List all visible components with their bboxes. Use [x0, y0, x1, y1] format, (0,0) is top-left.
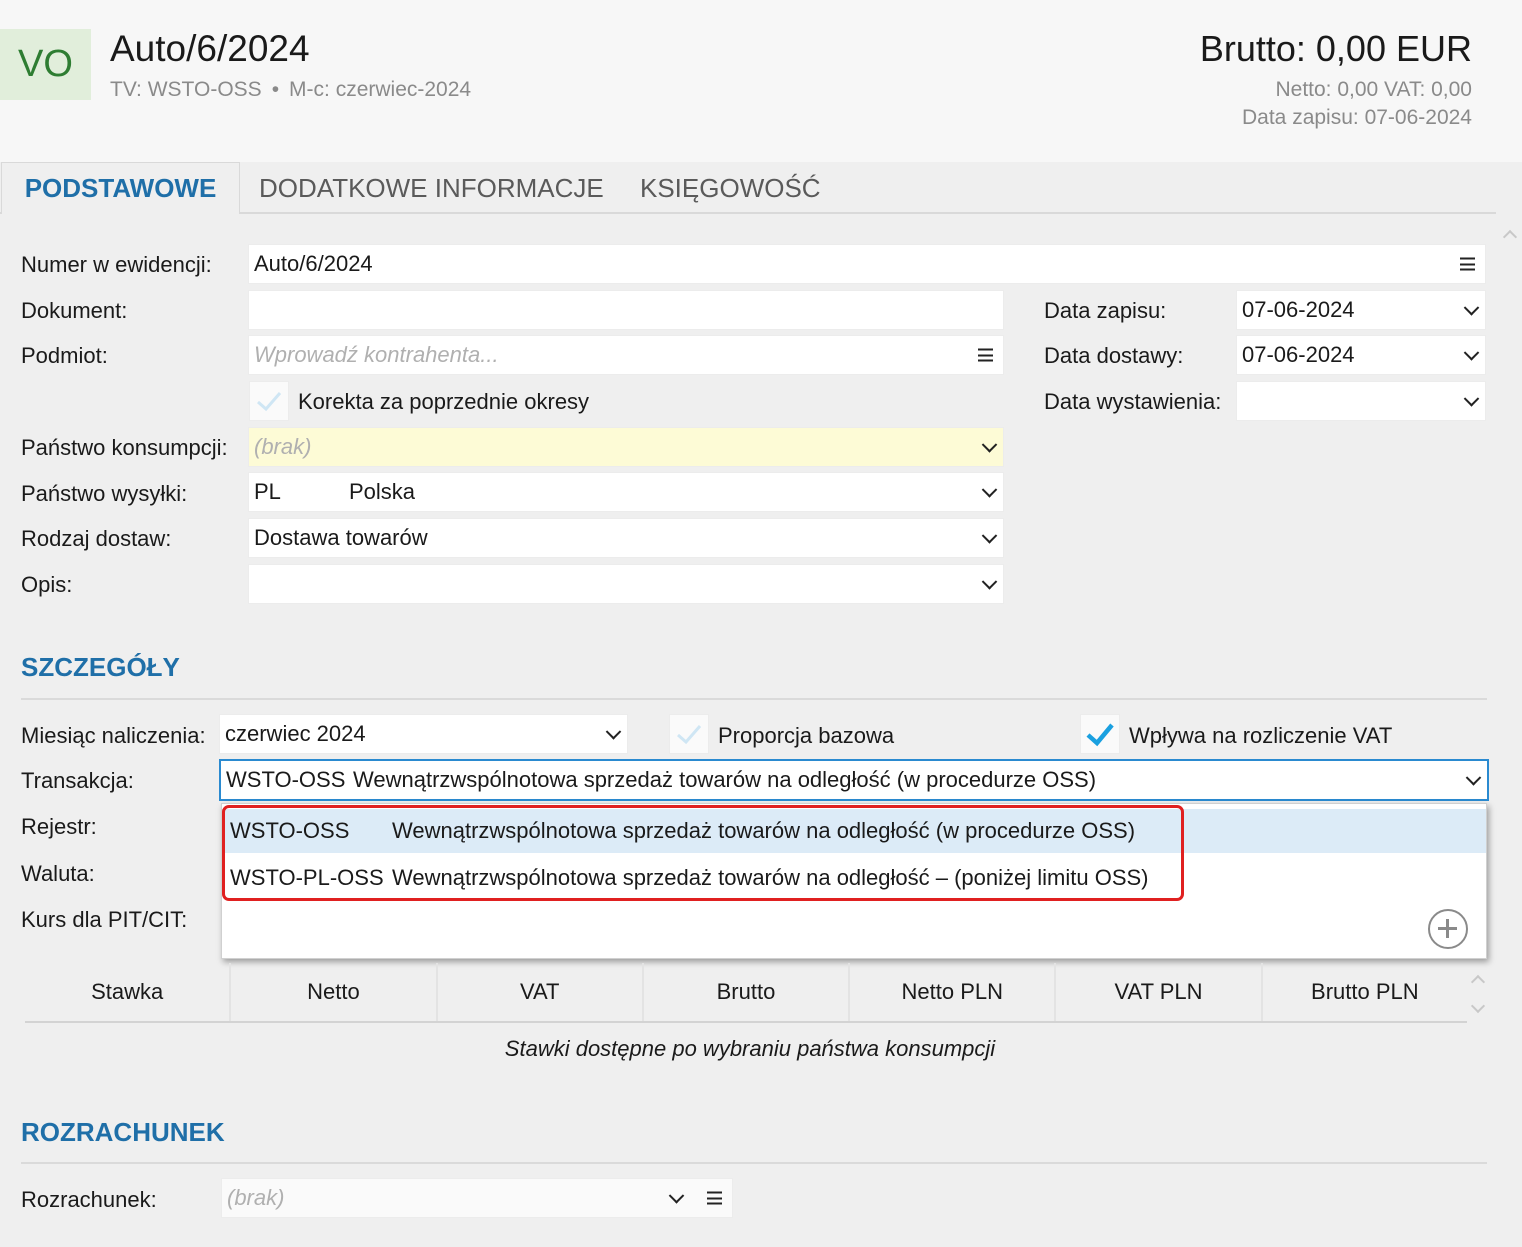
table-scroll-up-icon[interactable]: [1470, 974, 1486, 990]
rates-table-header: Stawka Netto VAT Brutto Netto PLN VAT PL…: [25, 963, 1467, 1023]
document-type-badge: VO: [0, 29, 91, 100]
check-icon: [1086, 723, 1114, 747]
column-header[interactable]: VAT PLN: [1056, 963, 1263, 1021]
column-header[interactable]: Stawka: [25, 963, 232, 1021]
section-divider: [21, 698, 1487, 700]
column-header[interactable]: Brutto PLN: [1263, 963, 1467, 1021]
proporcja-checkbox[interactable]: [669, 714, 709, 754]
data-zapisu-value: 07-06-2024: [1242, 297, 1355, 322]
transakcja-desc: Wewnątrzwspólnotowa sprzedaż towarów na …: [353, 767, 1097, 792]
chevron-down-icon: [981, 437, 998, 453]
data-dostawy-select[interactable]: 07-06-2024: [1236, 335, 1486, 375]
dokument-field[interactable]: [248, 290, 1004, 330]
rodzaj-select[interactable]: Dostawa towarów: [248, 518, 1004, 558]
section-divider: [21, 1162, 1487, 1164]
miesiac-select[interactable]: czerwiec 2024: [219, 714, 628, 754]
rozrachunek-value: (brak): [227, 1185, 285, 1210]
tv-label: TV: WSTO-OSS: [110, 78, 262, 101]
korekta-checkbox[interactable]: [249, 381, 289, 421]
waluta-label: Waluta:: [21, 861, 95, 886]
table-scroll-down-icon[interactable]: [1470, 998, 1486, 1014]
panstwo-wysylki-label: Państwo wysyłki:: [21, 481, 188, 506]
document-subtitle: TV: WSTO-OSS • M-c: czerwiec-2024: [110, 78, 471, 102]
rejestr-label: Rejestr:: [21, 814, 97, 839]
tab-podstawowe[interactable]: PODSTAWOWE: [1, 162, 240, 214]
podmiot-placeholder: Wprowadź kontrahenta...: [254, 342, 499, 367]
wplywa-checkbox[interactable]: [1080, 714, 1120, 754]
check-icon: [677, 725, 702, 745]
chevron-down-icon: [981, 528, 998, 544]
document-title: Auto/6/2024: [110, 28, 310, 69]
panstwo-konsumpcji-value: (brak): [254, 434, 312, 459]
transakcja-code: WSTO-OSS: [226, 767, 346, 792]
tab-ksiegowosc[interactable]: KSIĘGOWOŚĆ: [640, 162, 821, 214]
chevron-down-icon: [1463, 300, 1480, 316]
opis-select[interactable]: [248, 564, 1004, 604]
rodzaj-label: Rodzaj dostaw:: [21, 526, 172, 551]
highlight-frame: [222, 805, 1184, 901]
panstwo-wysylki-select[interactable]: PL Polska: [248, 472, 1004, 512]
chevron-down-icon: [981, 574, 998, 590]
menu-icon[interactable]: [978, 348, 993, 362]
opis-label: Opis:: [21, 572, 73, 597]
dokument-label: Dokument:: [21, 298, 128, 323]
panstwo-konsumpcji-select[interactable]: (brak): [248, 427, 1004, 467]
netto-vat-summary: Netto: 0,00 VAT: 0,00: [1275, 78, 1472, 101]
country-code: PL: [254, 479, 281, 504]
column-header[interactable]: Netto: [231, 963, 438, 1021]
chevron-down-icon: [605, 724, 622, 740]
column-header[interactable]: Netto PLN: [850, 963, 1057, 1021]
section-szczegoly-title: SZCZEGÓŁY: [21, 652, 180, 682]
data-dostawy-value: 07-06-2024: [1242, 342, 1355, 367]
menu-icon[interactable]: [707, 1191, 722, 1205]
menu-icon[interactable]: [1460, 257, 1475, 271]
data-zapisu-select[interactable]: 07-06-2024: [1236, 290, 1486, 330]
rodzaj-value: Dostawa towarów: [254, 525, 428, 550]
month-label: M-c: czerwiec-2024: [289, 78, 472, 101]
column-header[interactable]: Brutto: [644, 963, 851, 1021]
chevron-down-icon: [1463, 391, 1480, 407]
rozrachunek-select[interactable]: (brak): [221, 1178, 733, 1218]
data-zapisu-summary: Data zapisu: 07-06-2024: [1242, 106, 1472, 129]
podmiot-label: Podmiot:: [21, 343, 108, 368]
scroll-up-icon[interactable]: [1502, 229, 1518, 245]
kurs-label: Kurs dla PIT/CIT:: [21, 907, 188, 932]
country-name: Polska: [349, 479, 416, 504]
brutto-total: Brutto: 0,00 EUR: [1199, 28, 1472, 69]
separator-dot: •: [271, 78, 280, 101]
transakcja-label: Transakcja:: [21, 768, 134, 793]
chevron-down-icon: [1465, 770, 1482, 786]
panstwo-konsumpcji-label: Państwo konsumpcji:: [21, 435, 228, 460]
add-icon[interactable]: [1428, 909, 1468, 949]
miesiac-label: Miesiąc naliczenia:: [21, 723, 206, 748]
proporcja-label: Proporcja bazowa: [718, 723, 895, 748]
column-header[interactable]: VAT: [438, 963, 644, 1021]
chevron-down-icon: [1463, 345, 1480, 361]
data-zapisu-label: Data zapisu:: [1044, 298, 1167, 323]
podmiot-field[interactable]: Wprowadź kontrahenta...: [248, 335, 1004, 375]
chevron-down-icon: [668, 1188, 685, 1204]
data-dostawy-label: Data dostawy:: [1044, 343, 1184, 368]
tab-dodatkowe-informacje[interactable]: DODATKOWE INFORMACJE: [259, 162, 604, 214]
numer-label: Numer w ewidencji:: [21, 252, 212, 277]
section-rozrachunek-title: ROZRACHUNEK: [21, 1117, 225, 1147]
numer-value: Auto/6/2024: [254, 251, 373, 276]
rozrachunek-label: Rozrachunek:: [21, 1187, 157, 1212]
korekta-label: Korekta za poprzednie okresy: [298, 389, 590, 414]
chevron-down-icon: [981, 482, 998, 498]
rates-empty-note: Stawki dostępne po wybraniu państwa kons…: [504, 1036, 996, 1061]
check-icon: [257, 392, 282, 412]
transakcja-select[interactable]: WSTO-OSS Wewnątrzwspólnotowa sprzedaż to…: [219, 759, 1489, 801]
data-wystawienia-label: Data wystawienia:: [1044, 389, 1222, 414]
numer-field[interactable]: Auto/6/2024: [248, 244, 1486, 284]
data-wystawienia-select[interactable]: [1236, 381, 1486, 421]
wplywa-label: Wpływa na rozliczenie VAT: [1129, 723, 1393, 748]
miesiac-value: czerwiec 2024: [225, 721, 366, 746]
